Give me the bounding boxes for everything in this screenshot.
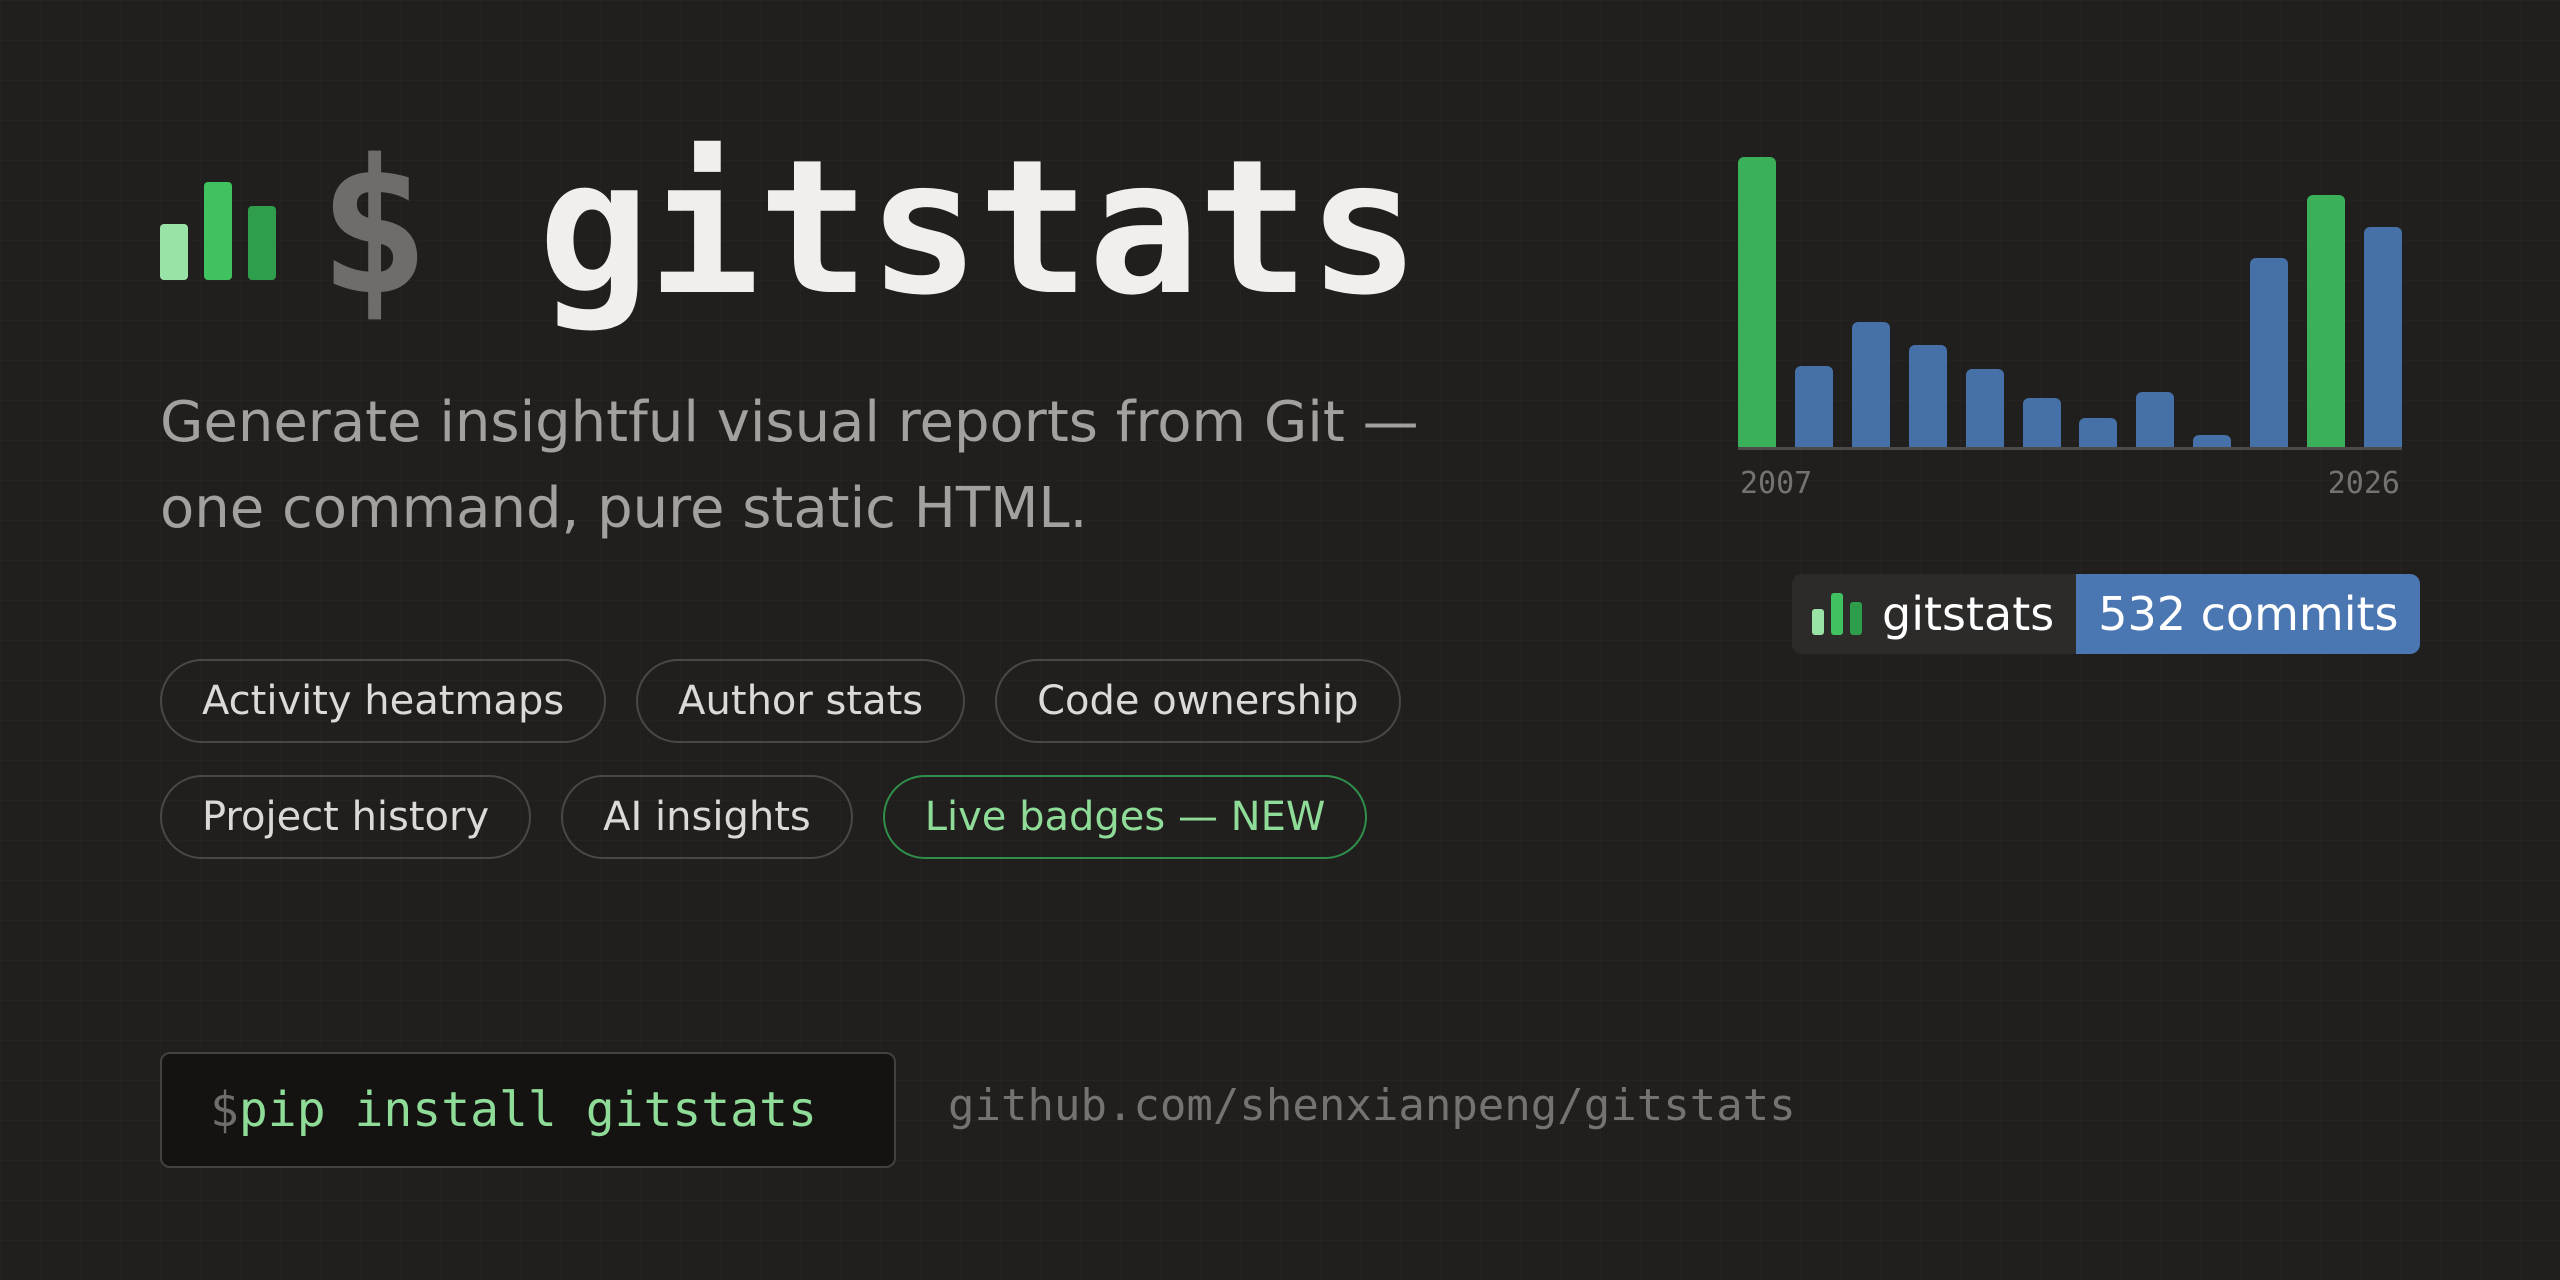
feature-chips-row-2: Project history AI insights Live badges … [160,775,1368,859]
tagline-line-1: Generate insightful visual reports from … [160,390,1419,455]
repo-link[interactable]: github.com/shenxianpeng/gitstats [948,1080,1796,1131]
chart-bar [2364,227,2402,447]
install-command: pip install gitstats [238,1082,817,1138]
chart-bar [1852,322,1890,447]
chart-bar [1738,157,1776,447]
logo-bar-2 [204,182,232,280]
chip-ai-insights: AI insights [561,775,853,859]
chart-bar [1795,366,1833,447]
badge-label: gitstats [1882,587,2055,641]
install-command-box[interactable]: $ pip install gitstats [160,1052,896,1168]
logo-bar-chart-icon [160,182,276,280]
bar-chart-icon [1812,593,1864,635]
chart-x-end-label: 2026 [2327,466,2400,501]
feature-chips-row-1: Activity heatmaps Author stats Code owne… [160,659,1401,743]
chip-activity-heatmaps: Activity heatmaps [160,659,607,743]
badge-value: 532 commits [2098,587,2399,641]
chart-x-start-label: 2007 [1740,466,1813,501]
commits-badge: gitstats 532 commits [1792,574,2421,654]
logo-bar-1 [160,224,188,280]
chart-baseline [1738,447,2402,450]
chip-live-badges-new: Live badges — NEW [882,775,1368,859]
badge-value-section: 532 commits [2076,574,2421,654]
chart-bar [1966,369,2004,447]
chart-bar [2023,398,2061,447]
install-prompt: $ [210,1082,239,1138]
tagline-line-2: one command, pure static HTML. [160,476,1088,541]
chart-bar [2193,435,2231,447]
tagline: Generate insightful visual reports from … [160,380,1560,552]
chart-bar [2250,258,2288,447]
commit-activity-chart [1738,150,2402,450]
logo-bar-3 [248,206,276,280]
chart-bar [2136,392,2174,447]
chip-code-ownership: Code ownership [995,659,1401,743]
title-prompt: $ [318,119,430,336]
chart-bar [1909,345,1947,447]
chart-bar [2079,418,2117,447]
badge-label-section: gitstats [1792,574,2077,654]
chip-project-history: Project history [160,775,532,859]
chart-bar [2307,195,2345,447]
chip-author-stats: Author stats [636,659,966,743]
title-name: gitstats [537,119,1420,336]
page-title: $ gitstats [318,118,1420,338]
